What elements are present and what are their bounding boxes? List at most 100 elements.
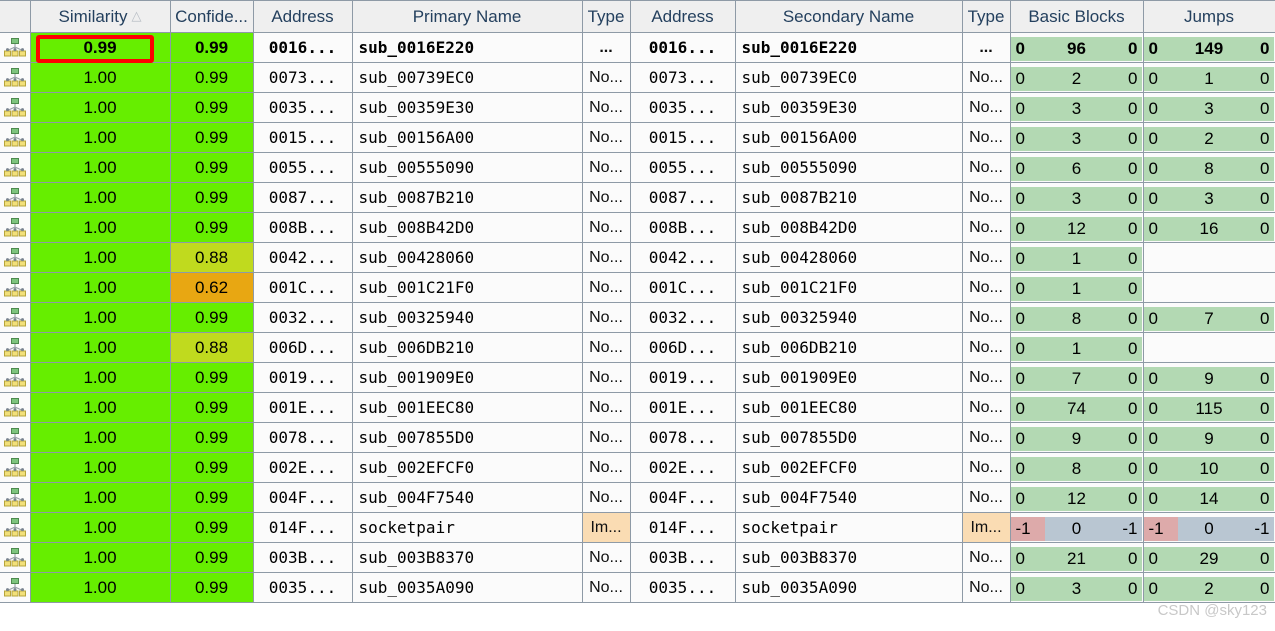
cell-primary-type[interactable]: No...	[582, 362, 631, 393]
cell-secondary-name[interactable]: sub_001909E0	[735, 362, 963, 393]
cell-jumps[interactable]: 010	[1143, 62, 1275, 93]
cell-basic-blocks[interactable]: 020	[1010, 62, 1144, 93]
row-call-graph-icon-cell[interactable]	[0, 212, 31, 243]
cell-confidence[interactable]: 0.99	[170, 422, 254, 453]
cell-similarity[interactable]: 1.00	[30, 452, 171, 483]
cell-primary-address[interactable]: 0078...	[253, 422, 353, 453]
cell-jumps[interactable]: 0 29 0	[1143, 542, 1275, 573]
cell-primary-type[interactable]: No...	[582, 392, 631, 423]
column-header-corner[interactable]	[0, 0, 31, 33]
cell-secondary-name[interactable]: sub_006DB210	[735, 332, 963, 363]
cell-confidence[interactable]: 0.99	[170, 212, 254, 243]
matched-functions-table[interactable]: Similarity △ Confide... Address Primary Name…	[0, 0, 1275, 603]
table-row[interactable]: 0.99 0.99 0016... sub_0016E220... 0016... sub…	[0, 32, 1275, 63]
cell-primary-type[interactable]: No...	[582, 422, 631, 453]
cell-secondary-type[interactable]: No...	[962, 482, 1011, 513]
cell-similarity[interactable]: 1.00	[30, 482, 171, 513]
cell-jumps[interactable]: 030	[1143, 182, 1275, 213]
cell-confidence[interactable]: 0.99	[170, 32, 254, 63]
cell-confidence[interactable]: 0.99	[170, 152, 254, 183]
cell-similarity[interactable]: 0.99	[30, 32, 171, 63]
cell-primary-type[interactable]: No...	[582, 452, 631, 483]
cell-confidence[interactable]: 0.99	[170, 92, 254, 123]
cell-basic-blocks[interactable]: 0 12 0	[1010, 482, 1144, 513]
table-row[interactable]: 1.00 0.99 008B... sub_008B42D0 No... 008B... s…	[0, 212, 1275, 243]
row-call-graph-icon-cell[interactable]	[0, 482, 31, 513]
cell-similarity[interactable]: 1.00	[30, 512, 171, 543]
cell-primary-type[interactable]: No...	[582, 92, 631, 123]
cell-basic-blocks[interactable]: 0 12 0	[1010, 212, 1144, 243]
cell-jumps[interactable]: 090	[1143, 422, 1275, 453]
cell-confidence[interactable]: 0.99	[170, 452, 254, 483]
column-header-address1[interactable]: Address	[253, 0, 353, 33]
row-call-graph-icon-cell[interactable]	[0, 272, 31, 303]
cell-basic-blocks[interactable]: 030	[1010, 92, 1144, 123]
cell-primary-name[interactable]: sub_001C21F0	[352, 272, 583, 303]
cell-similarity[interactable]: 1.00	[30, 362, 171, 393]
cell-similarity[interactable]: 1.00	[30, 62, 171, 93]
cell-basic-blocks[interactable]: 0 74 0	[1010, 392, 1144, 423]
cell-jumps[interactable]: -1 0 -1	[1143, 512, 1275, 543]
cell-similarity[interactable]: 1.00	[30, 302, 171, 333]
cell-jumps[interactable]	[1143, 332, 1275, 363]
cell-basic-blocks[interactable]: 010	[1010, 332, 1144, 363]
table-row[interactable]: 1.00 0.99 001E... sub_001EEC80 No... 001E... s…	[0, 392, 1275, 423]
cell-similarity[interactable]: 1.00	[30, 572, 171, 603]
cell-primary-type[interactable]: No...	[582, 212, 631, 243]
row-call-graph-icon-cell[interactable]	[0, 62, 31, 93]
cell-basic-blocks[interactable]: 0 21 0	[1010, 542, 1144, 573]
cell-secondary-type[interactable]: No...	[962, 122, 1011, 153]
cell-confidence[interactable]: 0.99	[170, 512, 254, 543]
cell-similarity[interactable]: 1.00	[30, 332, 171, 363]
cell-secondary-type[interactable]: No...	[962, 272, 1011, 303]
cell-similarity[interactable]: 1.00	[30, 182, 171, 213]
row-call-graph-icon-cell[interactable]	[0, 452, 31, 483]
cell-confidence[interactable]: 0.88	[170, 242, 254, 273]
cell-secondary-name[interactable]: sub_00739EC0	[735, 62, 963, 93]
cell-similarity[interactable]: 1.00	[30, 422, 171, 453]
row-call-graph-icon-cell[interactable]	[0, 362, 31, 393]
table-row[interactable]: 1.00 0.99 004F... sub_004F7540 No... 004F... s…	[0, 482, 1275, 513]
column-header-type1[interactable]: Type	[582, 0, 631, 33]
cell-basic-blocks[interactable]: 090	[1010, 422, 1144, 453]
row-call-graph-icon-cell[interactable]	[0, 302, 31, 333]
cell-secondary-type[interactable]: No...	[962, 392, 1011, 423]
row-call-graph-icon-cell[interactable]	[0, 182, 31, 213]
cell-confidence[interactable]: 0.62	[170, 272, 254, 303]
cell-confidence[interactable]: 0.99	[170, 392, 254, 423]
table-row[interactable]: 1.00 0.99 0035... sub_00359E30 No... 0035... s…	[0, 92, 1275, 123]
cell-basic-blocks[interactable]: -1 0 -1	[1010, 512, 1144, 543]
cell-secondary-name[interactable]: sub_001EEC80	[735, 392, 963, 423]
cell-confidence[interactable]: 0.99	[170, 122, 254, 153]
cell-secondary-type[interactable]: No...	[962, 212, 1011, 243]
cell-confidence[interactable]: 0.99	[170, 62, 254, 93]
cell-secondary-type[interactable]: No...	[962, 302, 1011, 333]
cell-secondary-address[interactable]: 004F...	[630, 482, 736, 513]
cell-confidence[interactable]: 0.99	[170, 362, 254, 393]
cell-secondary-name[interactable]: sub_00359E30	[735, 92, 963, 123]
cell-primary-type[interactable]: No...	[582, 482, 631, 513]
cell-basic-blocks[interactable]: 0 96 0	[1010, 32, 1144, 63]
row-call-graph-icon-cell[interactable]	[0, 422, 31, 453]
cell-jumps[interactable]	[1143, 242, 1275, 273]
cell-similarity[interactable]: 1.00	[30, 152, 171, 183]
column-header-primary[interactable]: Primary Name	[352, 0, 583, 33]
cell-secondary-type[interactable]: No...	[962, 422, 1011, 453]
cell-secondary-type[interactable]: No...	[962, 452, 1011, 483]
cell-secondary-address[interactable]: 0019...	[630, 362, 736, 393]
cell-primary-name[interactable]: sub_00739EC0	[352, 62, 583, 93]
cell-basic-blocks[interactable]: 030	[1010, 572, 1144, 603]
cell-primary-name[interactable]: sub_00156A00	[352, 122, 583, 153]
cell-jumps[interactable]: 0 10 0	[1143, 452, 1275, 483]
cell-primary-name[interactable]: sub_001EEC80	[352, 392, 583, 423]
table-row[interactable]: 1.00 0.99 0055... sub_00555090 No... 0055... s…	[0, 152, 1275, 183]
cell-primary-name[interactable]: sub_003B8370	[352, 542, 583, 573]
cell-similarity[interactable]: 1.00	[30, 242, 171, 273]
cell-secondary-address[interactable]: 0087...	[630, 182, 736, 213]
cell-similarity[interactable]: 1.00	[30, 92, 171, 123]
cell-confidence[interactable]: 0.99	[170, 302, 254, 333]
column-header-jumps[interactable]: Jumps	[1143, 0, 1275, 33]
cell-secondary-address[interactable]: 0055...	[630, 152, 736, 183]
cell-primary-name[interactable]: sub_0016E220	[352, 32, 583, 63]
table-row[interactable]: 1.00 0.99 0073... sub_00739EC0 No... 0073... s…	[0, 62, 1275, 93]
